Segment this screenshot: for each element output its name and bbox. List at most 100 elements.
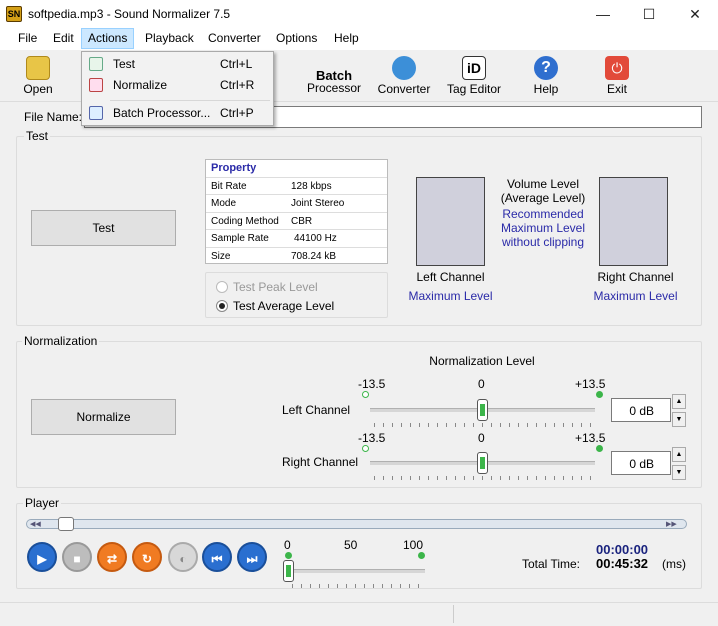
property-key: Mode	[211, 198, 237, 209]
previous-icon[interactable]: ⏮	[202, 542, 232, 572]
property-row: Sample Rate 44100 Hz	[206, 230, 387, 248]
close-icon[interactable]: ✕	[672, 0, 718, 28]
test-average-label: Test Average Level	[233, 299, 335, 313]
batch-icon	[89, 106, 103, 120]
help-icon: ?	[534, 56, 558, 80]
property-row: Mode Joint Stereo	[206, 195, 387, 213]
volume-min-label: 0	[284, 538, 291, 552]
right-max-dot	[596, 445, 603, 452]
normalize-button[interactable]: Normalize	[31, 399, 176, 435]
test-peak-radio[interactable]	[216, 281, 228, 293]
volume-slider-thumb[interactable]	[283, 560, 294, 582]
property-row: Coding Method CBR	[206, 213, 387, 230]
seek-thumb[interactable]	[58, 517, 74, 531]
dropdown-separator	[110, 100, 270, 101]
left-spin-down-icon[interactable]: ▼	[672, 412, 686, 427]
menu-file[interactable]: File	[12, 28, 43, 49]
normalization-level-title: Normalization Level	[429, 354, 535, 368]
right-max-label: +13.5	[575, 431, 606, 445]
menu-options[interactable]: Options	[270, 28, 323, 49]
file-name-label: File Name:	[24, 110, 83, 124]
volume-mid-label: 50	[344, 538, 358, 552]
property-key: Coding Method	[211, 215, 279, 227]
left-channel-slider-label: Left Channel	[282, 403, 351, 417]
status-divider	[453, 605, 454, 623]
test-icon	[89, 57, 103, 71]
right-spin-up-icon[interactable]: ▲	[672, 447, 686, 462]
dropdown-shortcut: Ctrl+L	[220, 57, 253, 71]
minimize-icon[interactable]: —	[580, 0, 626, 28]
menu-bar: File Edit Actions Playback Converter Opt…	[0, 28, 718, 50]
left-channel-label: Left Channel	[416, 270, 485, 284]
dropdown-shortcut: Ctrl+R	[220, 78, 255, 92]
property-value: 128 kbps	[291, 180, 332, 192]
mute-icon[interactable]: ◐	[168, 542, 198, 572]
play-icon[interactable]: ▶	[27, 542, 57, 572]
test-average-radio[interactable]	[216, 300, 228, 312]
menu-playback[interactable]: Playback	[139, 28, 200, 49]
converter-label: Converter	[377, 82, 431, 96]
dropdown-item-batch-processor[interactable]: Batch Processor... Ctrl+P	[84, 103, 271, 123]
repeat-icon[interactable]: ↻	[132, 542, 162, 572]
seek-bar[interactable]	[26, 519, 687, 529]
current-time: 00:00:00	[596, 542, 649, 557]
normalize-icon	[89, 78, 103, 92]
volume-slider-track[interactable]	[290, 569, 425, 573]
batch-processor-button[interactable]: Batch Processor	[302, 52, 366, 100]
property-value: 708.24 kB	[291, 250, 337, 262]
right-min-label: -13.5	[358, 431, 386, 445]
property-key: Size	[211, 250, 231, 262]
power-icon: ⏻	[605, 56, 629, 80]
menu-actions[interactable]: Actions	[81, 28, 135, 49]
help-button[interactable]: ? Help	[514, 52, 578, 100]
dropdown-label: Batch Processor...	[113, 106, 211, 120]
test-peak-label: Test Peak Level	[233, 280, 318, 294]
title-bar: SN softpedia.mp3 - Sound Normalizer 7.5 …	[0, 0, 718, 28]
recommended-text: Recommended	[502, 207, 584, 221]
menu-converter[interactable]: Converter	[202, 28, 267, 49]
right-channel-db-field[interactable]: 0 dB	[611, 451, 671, 475]
window-title: softpedia.mp3 - Sound Normalizer 7.5	[28, 7, 231, 21]
total-time-label: Total Time:	[522, 557, 581, 571]
volume-level-subtitle: (Average Level)	[500, 191, 586, 205]
left-channel-slider-thumb[interactable]	[477, 399, 488, 421]
app-icon: SN	[6, 6, 22, 22]
status-bar	[0, 602, 718, 626]
stop-icon[interactable]: ■	[62, 542, 92, 572]
property-table: Property Bit Rate 128 kbps Mode Joint Ster…	[205, 159, 388, 264]
left-min-label: -13.5	[358, 377, 386, 391]
shuffle-icon[interactable]: ⇄	[97, 542, 127, 572]
property-key: Bit Rate	[211, 180, 247, 192]
tag-editor-button[interactable]: iD Tag Editor	[442, 52, 506, 100]
dropdown-item-normalize[interactable]: Normalize Ctrl+R	[84, 75, 271, 95]
volume-min-dot	[285, 552, 292, 559]
maximize-icon[interactable]: ☐	[626, 0, 672, 28]
right-slider-ticks	[374, 476, 594, 480]
dropdown-label: Test	[113, 57, 136, 71]
dropdown-label: Normalize	[113, 78, 168, 92]
right-channel-label: Right Channel	[597, 270, 674, 284]
volume-max-label: 100	[403, 538, 424, 552]
menu-edit[interactable]: Edit	[47, 28, 80, 49]
left-max-level: Maximum Level	[408, 289, 493, 303]
folder-icon	[26, 56, 50, 80]
property-value: CBR	[291, 215, 313, 227]
seek-back-icon[interactable]: ◀◀	[30, 520, 41, 528]
seek-forward-icon[interactable]: ▶▶	[666, 520, 677, 528]
left-max-dot	[596, 391, 603, 398]
right-channel-slider-thumb[interactable]	[477, 452, 488, 474]
tag-editor-label: Tag Editor	[446, 82, 502, 96]
dropdown-item-test[interactable]: Test Ctrl+L	[84, 54, 271, 74]
left-spin-up-icon[interactable]: ▲	[672, 394, 686, 409]
dropdown-shortcut: Ctrl+P	[220, 106, 254, 120]
menu-help[interactable]: Help	[328, 28, 365, 49]
property-key: Sample Rate	[211, 233, 269, 244]
right-spin-down-icon[interactable]: ▼	[672, 465, 686, 480]
converter-button[interactable]: Converter	[372, 52, 436, 100]
open-button[interactable]: Open	[6, 52, 70, 100]
next-icon[interactable]: ⏭	[237, 542, 267, 572]
left-channel-db-field[interactable]: 0 dB	[611, 398, 671, 422]
actions-dropdown: Test Ctrl+L Normalize Ctrl+R Batch Proce…	[81, 51, 274, 126]
exit-button[interactable]: ⏻ Exit	[585, 52, 649, 100]
test-button[interactable]: Test	[31, 210, 176, 246]
